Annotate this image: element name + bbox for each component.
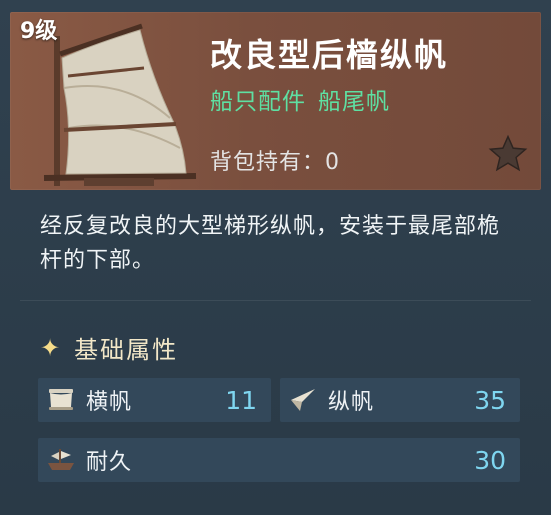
square-sail-icon [44, 385, 78, 415]
item-description: 经反复改良的大型梯形纵帆，安装于最尾部桅杆的下部。 [40, 214, 501, 273]
stat-square-sail: 横帆 11 [38, 378, 271, 422]
ship-durability-icon [44, 445, 78, 475]
fore-aft-sail-icon [286, 385, 320, 415]
stat-label: 纵帆 [328, 390, 375, 415]
level-badge: 9级 [20, 19, 58, 44]
item-name: 改良型后樯纵帆 [210, 36, 449, 74]
sparkle-icon: ✦ [40, 333, 63, 362]
stat-value: 35 [474, 385, 506, 415]
owned-count: 0 [325, 150, 341, 175]
favorite-button[interactable] [482, 128, 534, 180]
section-title: ✦ 基础属性 [40, 330, 178, 365]
category-label: 船只配件 [210, 89, 306, 115]
owned-label: 背包持有： [210, 150, 326, 175]
item-tooltip: 9级 改良型后樯纵帆 船只配件 船尾帆 背包持有：0 经反复改良的大型梯形纵帆，安… [0, 0, 551, 515]
star-icon [488, 134, 528, 172]
stat-label: 横帆 [86, 390, 133, 415]
section-title-label: 基础属性 [74, 336, 179, 364]
inventory-count: 背包持有：0 [210, 144, 340, 176]
stat-fore-aft-sail: 纵帆 35 [280, 378, 520, 422]
item-header: 9级 改良型后樯纵帆 船只配件 船尾帆 背包持有：0 [10, 12, 541, 190]
subcategory-label: 船尾帆 [318, 89, 390, 115]
item-category: 船只配件 船尾帆 [210, 82, 390, 116]
stat-durability: 耐久 30 [38, 438, 520, 482]
divider [20, 300, 531, 301]
stat-value: 11 [225, 385, 257, 415]
stat-value: 30 [474, 445, 506, 475]
stat-label: 耐久 [86, 450, 133, 475]
